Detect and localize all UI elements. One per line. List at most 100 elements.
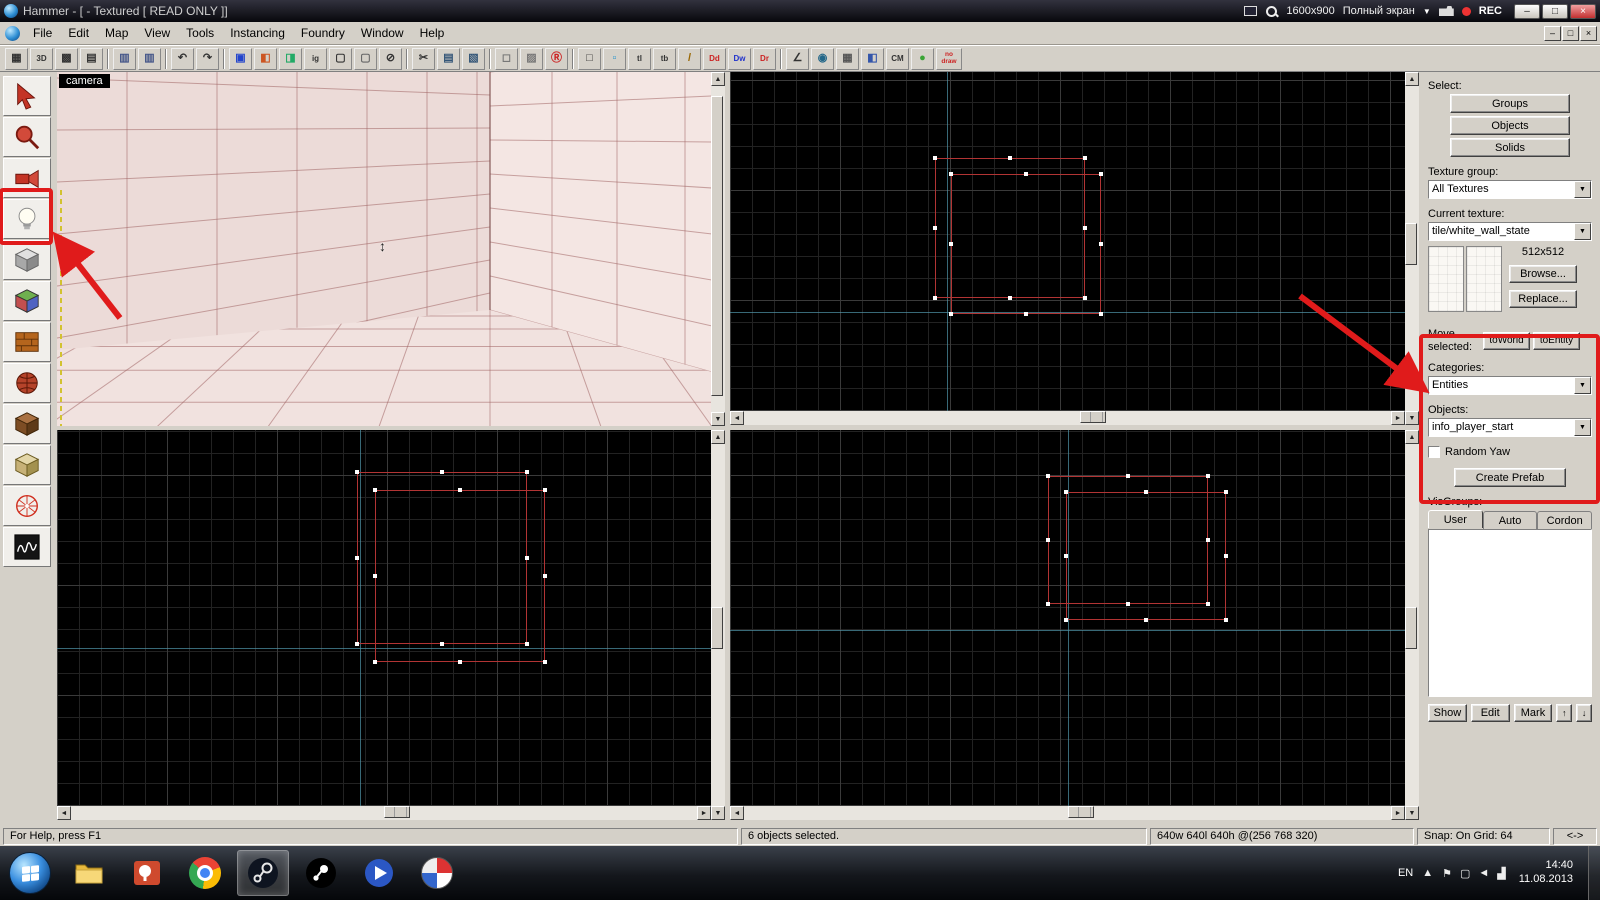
selection-handle[interactable] xyxy=(1064,554,1068,558)
scrollbar-3d-vertical[interactable]: ▲ ▼ xyxy=(711,72,725,426)
selection-handle[interactable] xyxy=(355,642,359,646)
visgroup-tab-cordon[interactable]: Cordon xyxy=(1537,511,1593,530)
viewport-2d-top[interactable] xyxy=(730,72,1405,411)
scroll-arrow-down[interactable]: ▼ xyxy=(1405,411,1419,425)
categories-combo[interactable]: Entities ▼ xyxy=(1428,376,1592,396)
selection-handle[interactable] xyxy=(1064,618,1068,622)
menu-edit[interactable]: Edit xyxy=(60,23,97,43)
taskbar-powerpoint-icon[interactable] xyxy=(121,850,173,896)
menu-view[interactable]: View xyxy=(136,23,178,43)
menu-file[interactable]: File xyxy=(25,23,60,43)
selection-handle[interactable] xyxy=(1224,554,1228,558)
selection-handle[interactable] xyxy=(355,556,359,560)
taskbar-steam-icon[interactable] xyxy=(237,850,289,896)
toolbar-cut[interactable]: ✂ xyxy=(412,47,435,70)
to-entity-button[interactable]: toEntity xyxy=(1533,331,1580,350)
selection-handle[interactable] xyxy=(525,642,529,646)
toolbar-sprinkle[interactable]: ◉ xyxy=(811,47,834,70)
toolbar-select-by-handles[interactable]: ▫ xyxy=(603,47,626,70)
scroll-arrow-left[interactable]: ◄ xyxy=(57,806,71,820)
toolbar-texture-shift-lock[interactable]: tb xyxy=(653,47,676,70)
entity-tool[interactable] xyxy=(3,199,51,239)
move-up-button[interactable]: ↑ xyxy=(1556,704,1573,723)
selection-handle[interactable] xyxy=(1099,312,1103,316)
volume-icon[interactable]: ◄ xyxy=(1478,867,1489,880)
toolbar-save-window-state[interactable]: ▥ xyxy=(138,47,161,70)
toolbar-paste[interactable]: ▧ xyxy=(462,47,485,70)
taskbar-game-ball-icon[interactable] xyxy=(411,850,463,896)
scrollbar-track[interactable] xyxy=(1405,86,1419,411)
scroll-arrow-down[interactable]: ▼ xyxy=(711,806,725,820)
selection-handle[interactable] xyxy=(355,470,359,474)
menu-instancing[interactable]: Instancing xyxy=(222,23,293,43)
toolbar-blend[interactable]: ◧ xyxy=(861,47,884,70)
selection-handle[interactable] xyxy=(373,574,377,578)
selection-handle[interactable] xyxy=(1046,474,1050,478)
toolbar-ignore-groups[interactable]: ⊘ xyxy=(379,47,402,70)
selection-handle[interactable] xyxy=(543,574,547,578)
viewport-2d-front[interactable] xyxy=(57,430,711,806)
select-groups-button[interactable]: Groups xyxy=(1450,94,1570,113)
decal-tool[interactable] xyxy=(3,322,51,362)
morph-tool[interactable] xyxy=(3,445,51,485)
select-objects-button[interactable]: Objects xyxy=(1450,116,1570,135)
selection-handle[interactable] xyxy=(949,242,953,246)
clipping-tool[interactable] xyxy=(3,404,51,444)
selection-handle[interactable] xyxy=(373,660,377,664)
browse-button[interactable]: Browse... xyxy=(1509,265,1577,283)
selection-handle[interactable] xyxy=(933,296,937,300)
scrollbar-track[interactable] xyxy=(1405,444,1419,806)
start-button[interactable] xyxy=(9,852,51,894)
chevron-down-icon[interactable]: ▼ xyxy=(1574,223,1591,240)
scroll-arrow-left[interactable]: ◄ xyxy=(730,806,744,820)
scrollbar-thumb[interactable] xyxy=(384,806,410,818)
scrollbar-track[interactable] xyxy=(744,411,1391,425)
menu-window[interactable]: Window xyxy=(353,23,412,43)
selection-handle[interactable] xyxy=(1206,602,1210,606)
menu-help[interactable]: Help xyxy=(412,23,453,43)
selection-handle[interactable] xyxy=(1126,602,1130,606)
scrollbar-side-horizontal[interactable]: ◄ ► xyxy=(730,806,1405,820)
menu-foundry[interactable]: Foundry xyxy=(293,23,353,43)
selection-handle[interactable] xyxy=(525,556,529,560)
selection-handle[interactable] xyxy=(1008,296,1012,300)
scrollbar-thumb[interactable] xyxy=(1080,411,1107,423)
scrollbar-thumb[interactable] xyxy=(711,95,723,396)
scrollbar-track[interactable] xyxy=(744,806,1391,820)
toolbar-displacement-walkable[interactable]: Dw xyxy=(728,47,751,70)
visgroup-tab-user[interactable]: User xyxy=(1428,510,1483,529)
toolbar-instance-editing[interactable]: ig xyxy=(304,47,327,70)
toolbar-cm-units[interactable]: CM xyxy=(886,47,909,70)
selected-brush-outline[interactable] xyxy=(1066,492,1226,620)
chevron-down-icon[interactable]: ▼ xyxy=(1574,419,1591,437)
toolbar-carve[interactable]: ◧ xyxy=(254,47,277,70)
selection-handle[interactable] xyxy=(1144,490,1148,494)
scroll-arrow-up[interactable]: ▲ xyxy=(711,72,725,86)
toolbar-knife[interactable]: / xyxy=(678,47,701,70)
visgroup-tab-auto[interactable]: Auto xyxy=(1482,511,1538,530)
menu-tools[interactable]: Tools xyxy=(178,23,222,43)
scrollbar-thumb[interactable] xyxy=(1067,806,1094,818)
create-prefab-button[interactable]: Create Prefab xyxy=(1454,468,1566,488)
overlay-fullscreen[interactable]: Полный экран xyxy=(1343,5,1415,17)
camera-tool[interactable] xyxy=(3,158,51,198)
selection-handle[interactable] xyxy=(933,156,937,160)
selection-handle[interactable] xyxy=(1083,296,1087,300)
viewport-3d-camera[interactable]: camera ↕ xyxy=(57,72,711,426)
selection-handle[interactable] xyxy=(1099,242,1103,246)
restore-button[interactable]: □ xyxy=(1542,3,1568,19)
scroll-arrow-up[interactable]: ▲ xyxy=(1405,430,1419,444)
selected-brush-outline[interactable] xyxy=(951,174,1101,314)
magnify-tool[interactable] xyxy=(3,117,51,157)
texture-group-combo[interactable]: All Textures ▼ xyxy=(1428,180,1592,199)
visgroups-listbox[interactable] xyxy=(1428,529,1592,698)
replace-button[interactable]: Replace... xyxy=(1509,290,1577,308)
mark-button[interactable]: Mark xyxy=(1513,704,1553,723)
taskbar-steam-library-icon[interactable] xyxy=(295,850,347,896)
toolbar-displacement-remove[interactable]: Dr xyxy=(753,47,776,70)
taskbar-media-player-icon[interactable] xyxy=(353,850,405,896)
selection-handle[interactable] xyxy=(1024,312,1028,316)
toolbar-toggle-grid[interactable]: ▦ xyxy=(5,47,28,70)
chevron-down-icon[interactable]: ▼ xyxy=(1423,7,1431,16)
scroll-arrow-right[interactable]: ► xyxy=(1391,411,1405,425)
